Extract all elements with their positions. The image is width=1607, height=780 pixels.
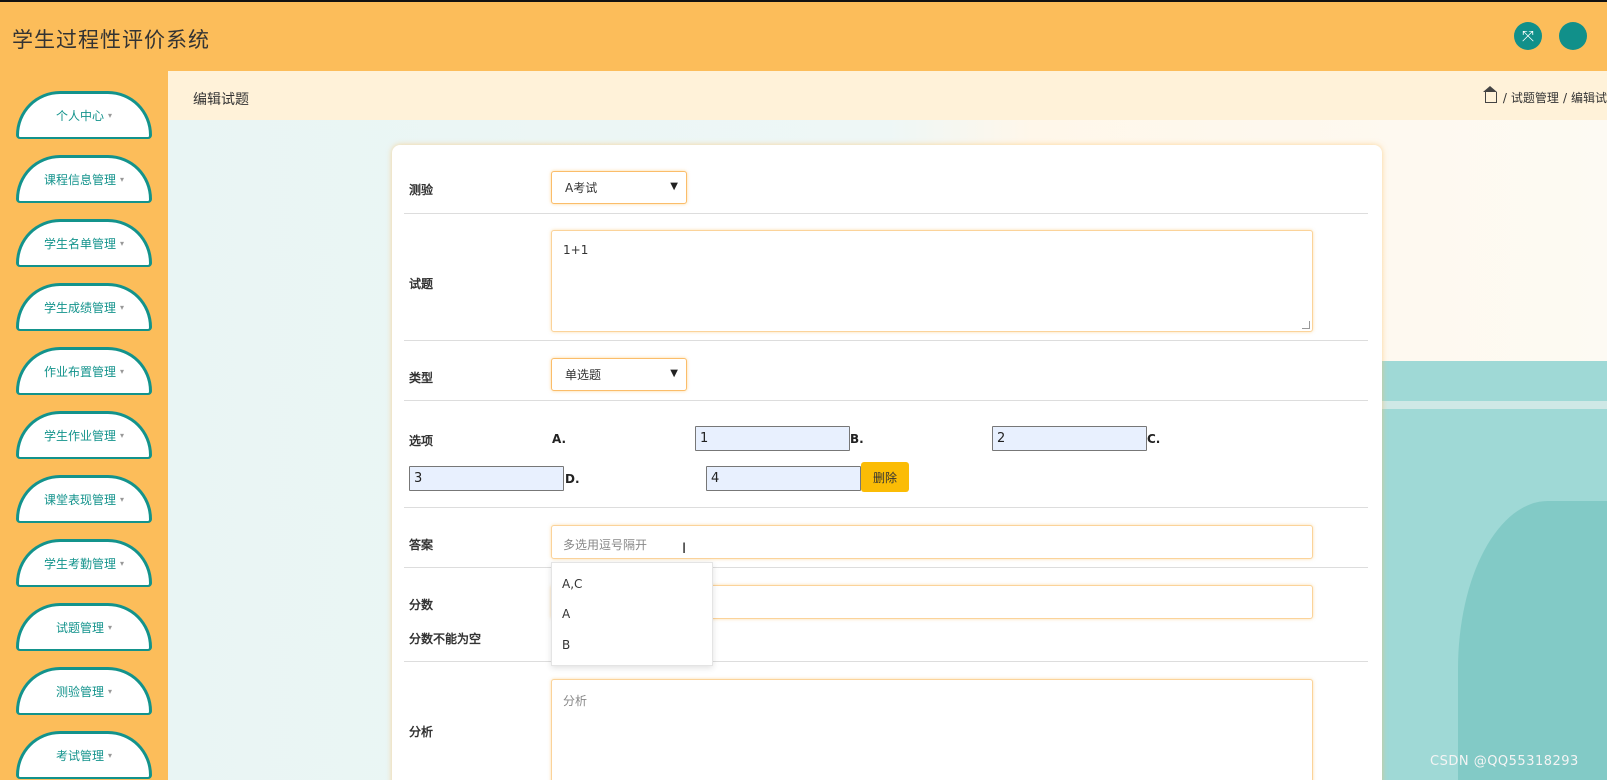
answer-suggestions-dropdown: A,C A B [551,562,713,666]
type-select[interactable]: 单选题 ▼ [551,358,687,391]
sidebar-item-label: 考试管理 [55,749,104,763]
page-title: 编辑试题 [193,92,249,108]
sidebar-item-question-management[interactable]: 试题管理 ▾ [16,603,152,651]
app-title: 学生过程性评价系统 [12,28,210,52]
background-illustration [1380,401,1607,409]
divider [404,567,1368,568]
avatar[interactable] [1559,22,1587,50]
score-error: 分数不能为空 [409,632,482,646]
sidebar-item-label: 试题管理 [55,621,104,635]
sidebar-item-course-info[interactable]: 课程信息管理 ▾ [16,155,152,203]
question-label: 试题 [409,277,434,291]
suggestion-item[interactable]: A,C [562,577,582,591]
option-c-input[interactable]: 3 [409,466,564,491]
score-label: 分数 [409,598,434,612]
answer-label: 答案 [409,538,434,552]
answer-input[interactable]: 多选用逗号隔开 [551,525,1313,559]
sidebar-item-student-grades[interactable]: 学生成绩管理 ▾ [16,283,152,331]
sidebar-item-label: 作业布置管理 [43,365,116,379]
analysis-placeholder: 分析 [563,694,588,708]
text-cursor-icon: I [682,541,687,557]
sidebar-item-attendance[interactable]: 学生考勤管理 ▾ [16,539,152,587]
option-c-label: C. [1147,432,1161,446]
fullscreen-icon[interactable]: ⤧ [1514,22,1542,50]
chevron-down-icon: ▾ [108,687,113,696]
sidebar-item-personal-center[interactable]: 个人中心 ▾ [16,91,152,139]
sidebar-item-label: 学生考勤管理 [43,557,116,571]
chevron-down-icon: ▾ [120,367,125,376]
sidebar-item-label: 学生作业管理 [43,429,116,443]
chevron-down-icon: ▼ [670,368,678,379]
breadcrumb-item-edit-question: 编辑试 [1570,91,1607,105]
page-header: 编辑试题 / 试题管理 / 编辑试 [168,71,1607,120]
question-textarea[interactable]: 1+1 [551,230,1313,332]
chevron-down-icon: ▾ [120,175,125,184]
delete-option-button[interactable]: 删除 [861,462,909,492]
sidebar-item-label: 学生名单管理 [43,237,116,251]
chevron-down-icon: ▾ [120,431,125,440]
edit-question-form: 测验 A考试 ▼ 试题 1+1 类型 单选题 ▼ 选项 A. 1 B. 2 C.… [392,145,1382,780]
sidebar-item-label: 课程信息管理 [43,173,116,187]
type-label: 类型 [409,371,434,385]
breadcrumb-separator: / [1502,90,1507,105]
divider [404,340,1368,341]
watermark: CSDN @QQ55318293 [1430,754,1579,769]
quiz-label: 测验 [409,183,434,197]
chevron-down-icon: ▾ [120,239,125,248]
home-icon[interactable] [1482,86,1497,103]
sidebar-item-label: 个人中心 [55,109,104,123]
answer-placeholder: 多选用逗号隔开 [563,538,648,552]
chevron-down-icon: ▾ [108,111,113,120]
sidebar-item-exam-management[interactable]: 考试管理 ▾ [16,731,152,779]
sidebar-item-quiz-management[interactable]: 测验管理 ▾ [16,667,152,715]
sidebar-item-student-homework[interactable]: 学生作业管理 ▾ [16,411,152,459]
sidebar-item-label: 学生成绩管理 [43,301,116,315]
breadcrumb: / 试题管理 / 编辑试 [1482,86,1607,106]
suggestion-item[interactable]: B [562,638,570,652]
sidebar-item-label: 测验管理 [55,685,104,699]
breadcrumb-item-question-management[interactable]: 试题管理 [1511,89,1559,106]
question-text: 1+1 [563,243,589,257]
type-select-value: 单选题 [565,368,602,382]
sidebar: 个人中心 ▾ 课程信息管理 ▾ 学生名单管理 ▾ 学生成绩管理 ▾ 作业布置管理 ▾ 学生… [0,71,168,780]
chevron-down-icon: ▾ [120,303,125,312]
divider [404,661,1368,662]
chevron-down-icon: ▾ [108,751,113,760]
quiz-select-value: A考试 [565,181,598,195]
divider [404,400,1368,401]
sidebar-item-student-roster[interactable]: 学生名单管理 ▾ [16,219,152,267]
divider [404,213,1368,214]
chevron-down-icon: ▾ [120,495,125,504]
analysis-label: 分析 [409,725,434,739]
chevron-down-icon: ▼ [670,181,678,192]
option-a-input[interactable]: 1 [695,426,850,451]
suggestion-item[interactable]: A [562,607,570,621]
main-content: 编辑试题 / 试题管理 / 编辑试 测验 A考试 ▼ 试题 1+1 类型 单选题… [168,71,1607,780]
option-b-input[interactable]: 2 [992,426,1147,451]
option-a-label: A. [552,432,567,446]
option-d-label: D. [565,472,580,486]
sidebar-item-class-performance[interactable]: 课堂表现管理 ▾ [16,475,152,523]
chevron-down-icon: ▾ [108,623,113,632]
sidebar-item-homework-assign[interactable]: 作业布置管理 ▾ [16,347,152,395]
quiz-select[interactable]: A考试 ▼ [551,171,687,204]
resize-handle-icon[interactable] [1302,321,1310,329]
options-label: 选项 [409,434,434,448]
sidebar-item-label: 课堂表现管理 [43,493,116,507]
analysis-textarea[interactable]: 分析 [551,679,1313,780]
top-bar: 学生过程性评价系统 ⤧ [0,0,1607,71]
breadcrumb-separator: / [1562,90,1567,105]
chevron-down-icon: ▾ [120,559,125,568]
option-d-input[interactable]: 4 [706,466,861,491]
divider [404,507,1368,508]
option-b-label: B. [850,432,864,446]
